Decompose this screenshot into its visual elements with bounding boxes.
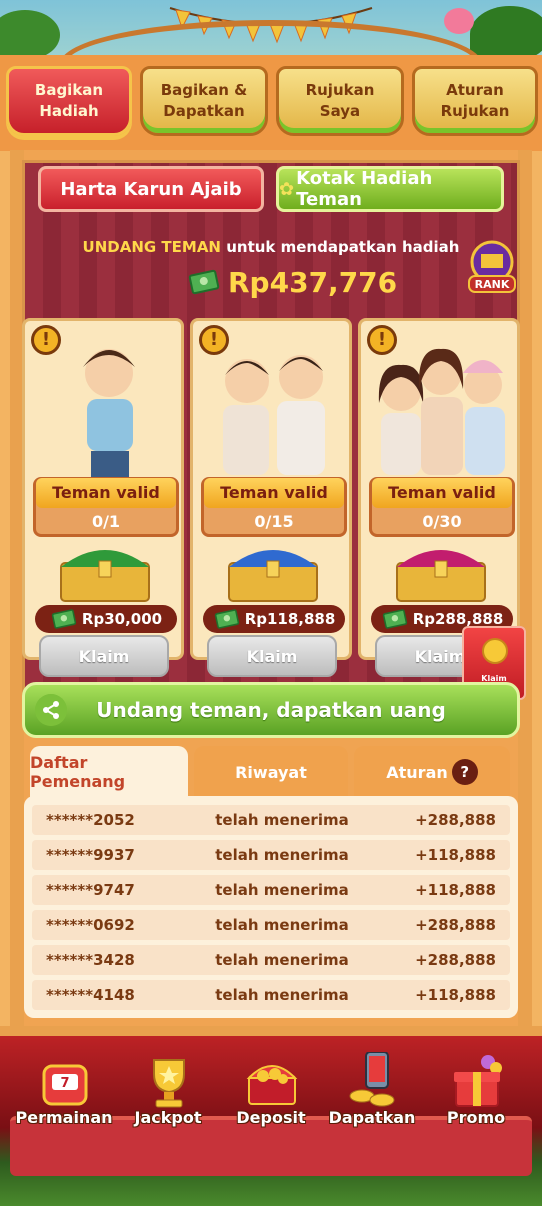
winner-user: ******4148: [46, 986, 135, 1004]
subtab-kotak-hadiah[interactable]: ✿ Kotak Hadiah Teman: [276, 166, 504, 212]
svg-text:7: 7: [60, 1076, 69, 1091]
tab-bagikan-hadiah[interactable]: Bagikan Hadiah: [6, 66, 132, 136]
treasure-chest-icon: [246, 1065, 298, 1105]
winner-user: ******9937: [46, 846, 135, 864]
winner-status: telah menerima: [215, 916, 349, 934]
tab-rujukan-saya[interactable]: Rujukan Saya: [276, 66, 404, 136]
claim-button-2[interactable]: Klaim: [207, 635, 337, 677]
list-item: ******9747 telah menerima +118,888: [32, 875, 510, 905]
coin-icon: [482, 638, 508, 664]
valid-friends-box: Teman valid 0/15: [201, 477, 347, 537]
winner-status: telah menerima: [215, 986, 349, 1004]
single-friend-illustration: [83, 349, 135, 483]
share-icon: [35, 694, 67, 726]
info-icon[interactable]: !: [199, 325, 229, 355]
valid-friends-box: Teman valid 0/30: [369, 477, 515, 537]
money-icon: [214, 608, 240, 630]
valid-label: Teman valid: [372, 478, 512, 508]
winner-amount: +288,888: [415, 811, 496, 829]
valid-label: Teman valid: [204, 478, 344, 508]
winner-status: telah menerima: [215, 811, 349, 829]
winner-status: telah menerima: [215, 846, 349, 864]
treasure-chest-icon: [228, 550, 318, 602]
tab-daftar-pemenang[interactable]: Daftar Pemenang: [30, 746, 188, 798]
slot-machine-icon: 7: [42, 1064, 88, 1106]
winner-user: ******9747: [46, 881, 135, 899]
three-friends-illustration: [378, 348, 505, 475]
tab-riwayat[interactable]: Riwayat: [194, 746, 348, 798]
nav-label: Dapatkan: [328, 1108, 416, 1127]
nav-label: Deposit: [236, 1108, 306, 1127]
gift-box-icon: [454, 1055, 502, 1107]
info-icon[interactable]: !: [31, 325, 61, 355]
winner-user: ******3428: [46, 951, 135, 969]
invite-rest: untuk mendapatkan hadiah: [220, 238, 460, 256]
total-reward: Rp437,776: [188, 262, 410, 302]
winner-user: ******2052: [46, 811, 135, 829]
valid-count: 0/30: [422, 512, 462, 531]
reward-card-3: ! Teman valid 0/30 Rp288,888 Klaim: [358, 318, 520, 677]
winner-amount: +118,888: [415, 846, 496, 864]
winner-status: telah menerima: [215, 881, 349, 899]
claim-button-1[interactable]: Klaim: [39, 635, 169, 677]
winner-amount: +118,888: [415, 881, 496, 899]
tab-aturan-label: Aturan: [386, 762, 448, 782]
winner-amount: +288,888: [415, 951, 496, 969]
invite-headline: UNDANG TEMAN untuk mendapatkan hadiah: [0, 238, 542, 256]
reward-amount: Rp30,000: [35, 605, 177, 633]
nav-promo[interactable]: Promo: [426, 1042, 526, 1132]
frame-bottom-edge: [0, 1026, 542, 1036]
nav-label: Permainan: [15, 1108, 113, 1127]
winner-user: ******0692: [46, 916, 135, 934]
nav-jackpot[interactable]: Jackpot: [118, 1042, 218, 1132]
nav-label: Promo: [446, 1108, 506, 1127]
money-icon: [188, 269, 220, 295]
clover-icon: ✿: [279, 178, 295, 200]
tab-aturan[interactable]: Aturan?: [354, 746, 510, 798]
tab-aturan-rujukan[interactable]: Aturan Rujukan: [412, 66, 538, 136]
help-icon[interactable]: ?: [451, 759, 478, 785]
rank-button[interactable]: RANK: [466, 240, 518, 294]
winner-amount: +288,888: [415, 916, 496, 934]
nav-dapatkan[interactable]: Dapatkan: [322, 1042, 422, 1132]
reward-amount: Rp118,888: [203, 605, 345, 633]
invite-highlight: UNDANG TEMAN: [82, 238, 221, 256]
invite-button-label: Undang teman, dapatkan uang: [96, 698, 446, 722]
list-item: ******2052 telah menerima +288,888: [32, 805, 510, 835]
valid-count: 0/15: [254, 512, 294, 531]
total-amount: Rp437,776: [228, 265, 398, 299]
list-item: ******0692 telah menerima +288,888: [32, 910, 510, 940]
rank-label: RANK: [475, 278, 510, 291]
two-friends-illustration: [223, 355, 325, 475]
nav-deposit[interactable]: Deposit: [221, 1042, 321, 1132]
money-icon: [51, 608, 77, 630]
reward-card-1: ! Teman valid 0/1 Rp30,000 Klaim: [22, 318, 184, 677]
list-item: ******9937 telah menerima +118,888: [32, 840, 510, 870]
winner-list: ******2052 telah menerima +288,888 ******9…: [24, 796, 518, 1018]
list-item: ******3428 telah menerima +288,888: [32, 945, 510, 975]
winner-amount: +118,888: [415, 986, 496, 1004]
nav-label: Jackpot: [134, 1108, 202, 1127]
treasure-chest-icon: [60, 550, 150, 602]
valid-label: Teman valid: [36, 478, 176, 508]
reward-value: Rp118,888: [244, 610, 336, 628]
winner-status: telah menerima: [215, 951, 349, 969]
invite-friends-button[interactable]: Undang teman, dapatkan uang: [22, 682, 520, 738]
subtab-harta-karun[interactable]: Harta Karun Ajaib: [38, 166, 264, 212]
reward-value: Rp30,000: [81, 610, 163, 628]
reward-card-2: ! Teman valid 0/15 Rp118,888 Klaim: [190, 318, 352, 677]
phone-coins-icon: [349, 1052, 395, 1107]
info-icon[interactable]: !: [367, 325, 397, 355]
tab-bagikan-dapatkan[interactable]: Bagikan & Dapatkan: [140, 66, 268, 136]
trophy-icon: [153, 1059, 185, 1108]
valid-friends-box: Teman valid 0/1: [33, 477, 179, 537]
subtab-kotak-label: Kotak Hadiah Teman: [296, 168, 433, 210]
money-icon: [382, 608, 408, 630]
valid-count: 0/1: [91, 512, 121, 531]
treasure-chest-icon: [396, 550, 486, 602]
list-item: ******4148 telah menerima +118,888: [32, 980, 510, 1010]
nav-permainan[interactable]: 7 Permainan: [14, 1042, 114, 1132]
